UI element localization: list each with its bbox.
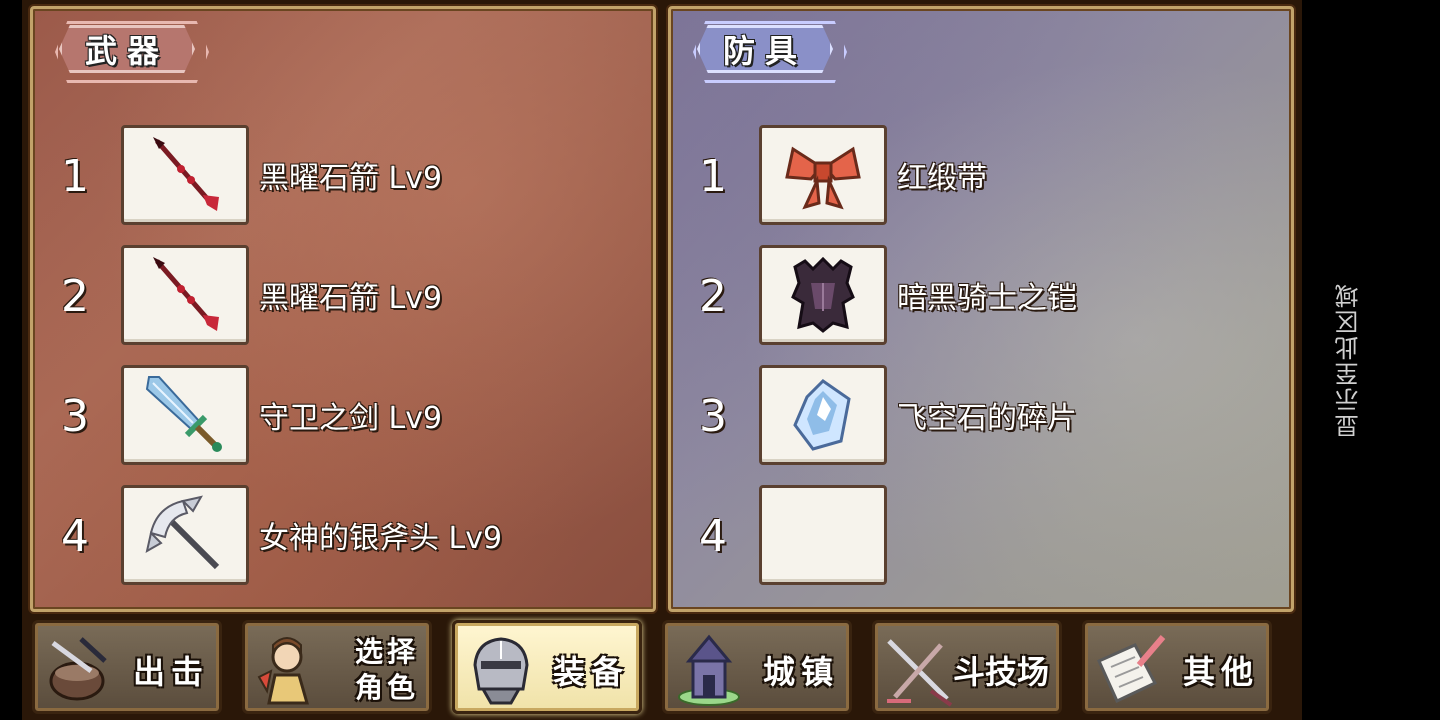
menu-character-select-button[interactable]: 选择 角色 — [242, 620, 432, 714]
slot-number: 2 — [61, 271, 89, 322]
weapon-slot-2-box[interactable] — [121, 245, 249, 345]
airstone-shard-icon — [793, 379, 851, 451]
armor-slot-3: 3 飞空石的碎片 — [671, 365, 1291, 465]
menu-town-label: 城镇 — [762, 653, 839, 691]
slot-number: 4 — [699, 511, 727, 562]
guardian-sword-icon — [145, 376, 222, 452]
weapon-slot-4: 4 女神的银斧头 Lv9 — [33, 485, 653, 585]
armor-slot-3-name: 飞空石的碎片 — [897, 401, 1077, 436]
game-area: 武器 1 黑曜石箭 Lv9 2 黑曜石箭 Lv9 3 守卫之剑 Lv9 4 女神… — [22, 0, 1302, 720]
weapon-panel: 武器 1 黑曜石箭 Lv9 2 黑曜石箭 Lv9 3 守卫之剑 Lv9 4 女神… — [30, 6, 656, 612]
dark-knight-armor-icon — [791, 256, 855, 333]
menu-other-button[interactable]: 其他 — [1082, 620, 1272, 714]
weapon-panel-title: 武器 — [59, 25, 196, 73]
weapon-slot-1-box[interactable] — [121, 125, 249, 225]
obsidian-arrow-icon — [153, 257, 219, 331]
slot-number: 3 — [699, 391, 727, 442]
weapon-slot-3: 3 守卫之剑 Lv9 — [33, 365, 653, 465]
obsidian-arrow-icon — [153, 137, 219, 211]
equipment-helmet-icon — [473, 637, 529, 705]
menu-sortie-button[interactable]: 出击 — [32, 620, 222, 714]
armor-slot-2-name: 暗黑骑士之铠 — [897, 281, 1077, 316]
bottom-menu: 出击 选择 角色 装备 城镇 斗技场 其他 — [32, 620, 1294, 716]
arena-swords-icon — [887, 639, 953, 707]
weapon-slot-3-name: 守卫之剑 Lv9 — [259, 401, 443, 436]
screen: 武器 1 黑曜石箭 Lv9 2 黑曜石箭 Lv9 3 守卫之剑 Lv9 4 女神… — [0, 0, 1440, 720]
weapon-slot-4-name: 女神的银斧头 Lv9 — [259, 521, 503, 556]
armor-panel-title: 防具 — [697, 25, 834, 73]
weapon-slot-4-box[interactable] — [121, 485, 249, 585]
menu-arena-button[interactable]: 斗技场 — [872, 620, 1062, 714]
armor-slot-2: 2 暗黑骑士之铠 — [671, 245, 1291, 345]
slot-number: 2 — [699, 271, 727, 322]
menu-character-select-label: 选择 角色 — [355, 623, 419, 717]
display-area-hint: 显示至此区域 — [1318, 260, 1378, 460]
sortie-bowl-icon — [49, 637, 107, 701]
menu-equipment-label: 装备 — [552, 653, 629, 691]
armor-slot-1-name: 红缎带 — [897, 161, 987, 196]
menu-arena-label: 斗技场 — [952, 653, 1049, 691]
armor-panel: 防具 1 红缎带 2 暗黑骑士之铠 3 飞空石的碎片 4 — [668, 6, 1294, 612]
display-area-hint-text: 显示至此区域 — [1334, 282, 1363, 438]
menu-town-button[interactable]: 城镇 — [662, 620, 852, 714]
menu-other-label: 其他 — [1182, 653, 1259, 691]
menu-sortie-label: 出击 — [132, 653, 209, 691]
slot-number: 1 — [699, 151, 727, 202]
weapon-slot-2: 2 黑曜石箭 Lv9 — [33, 245, 653, 345]
menu-equipment-button[interactable]: 装备 — [452, 620, 642, 714]
slot-number: 4 — [61, 511, 89, 562]
weapon-slot-3-box[interactable] — [121, 365, 249, 465]
silver-axe-icon — [145, 495, 220, 570]
menu-character-select-line2: 角色 — [354, 671, 419, 704]
menu-character-select-line1: 选择 — [354, 635, 419, 668]
red-ribbon-icon — [785, 146, 861, 210]
slot-number: 3 — [61, 391, 89, 442]
town-tower-icon — [678, 634, 740, 706]
armor-slot-4: 4 — [671, 485, 1291, 585]
weapon-slot-2-name: 黑曜石箭 Lv9 — [259, 281, 443, 316]
armor-slot-1: 1 红缎带 — [671, 125, 1291, 225]
other-paper-icon — [1097, 635, 1166, 704]
slot-number: 1 — [61, 151, 89, 202]
armor-slot-1-box[interactable] — [759, 125, 887, 225]
armor-slot-2-box[interactable] — [759, 245, 887, 345]
weapon-slot-1: 1 黑曜石箭 Lv9 — [33, 125, 653, 225]
character-select-icon — [257, 637, 309, 705]
armor-slot-4-box[interactable] — [759, 485, 887, 585]
armor-slot-3-box[interactable] — [759, 365, 887, 465]
weapon-slot-1-name: 黑曜石箭 Lv9 — [259, 161, 443, 196]
